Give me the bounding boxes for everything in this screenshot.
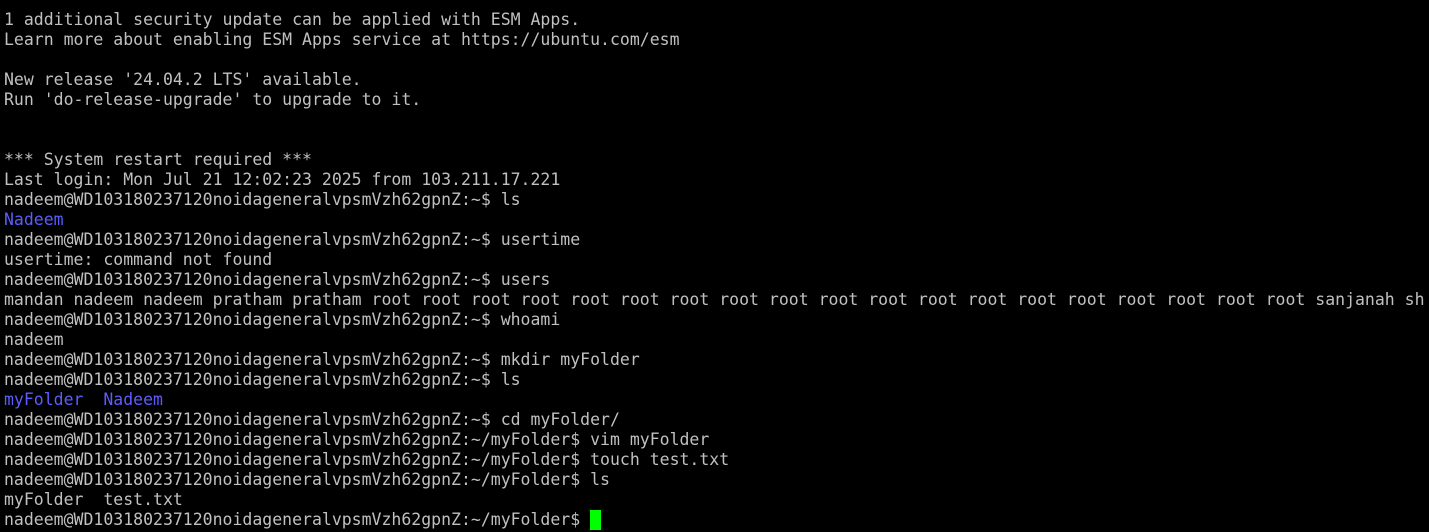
terminal-line: nadeem@WD103180237120noidageneralvpsmVzh… (4, 370, 1429, 390)
terminal-output: 1 additional security update can be appl… (4, 10, 1429, 510)
directory-name: myFolder (4, 390, 84, 409)
terminal-text: nadeem@WD103180237120noidageneralvpsmVzh… (4, 470, 610, 489)
text-cursor (590, 510, 602, 530)
terminal-text: nadeem@WD103180237120noidageneralvpsmVzh… (4, 310, 561, 329)
terminal-text: usertime: command not found (4, 250, 273, 269)
prompt-text: nadeem@WD103180237120noidageneralvpsmVzh… (4, 510, 591, 529)
terminal-text: 1 additional security update can be appl… (4, 10, 581, 29)
terminal-text: nadeem@WD103180237120noidageneralvpsmVzh… (4, 410, 620, 429)
terminal-line: myFolder test.txt (4, 490, 1429, 510)
terminal-text: myFolder test.txt (4, 490, 183, 509)
terminal-line: nadeem@WD103180237120noidageneralvpsmVzh… (4, 410, 1429, 430)
terminal-text: Last login: Mon Jul 21 12:02:23 2025 fro… (4, 170, 561, 189)
terminal-text: nadeem@WD103180237120noidageneralvpsmVzh… (4, 270, 551, 289)
terminal-text: Learn more about enabling ESM Apps servi… (4, 30, 680, 49)
terminal-line: usertime: command not found (4, 250, 1429, 270)
terminal-line: Learn more about enabling ESM Apps servi… (4, 30, 1429, 50)
terminal-line: New release '24.04.2 LTS' available. (4, 70, 1429, 90)
terminal-text: nadeem@WD103180237120noidageneralvpsmVzh… (4, 230, 581, 249)
terminal-line: nadeem@WD103180237120noidageneralvpsmVzh… (4, 230, 1429, 250)
terminal-prompt-line[interactable]: nadeem@WD103180237120noidageneralvpsmVzh… (4, 510, 1429, 530)
terminal-line: myFolder Nadeem (4, 390, 1429, 410)
terminal-text: nadeem (4, 330, 64, 349)
terminal-text: nadeem@WD103180237120noidageneralvpsmVzh… (4, 450, 730, 469)
terminal-line: nadeem@WD103180237120noidageneralvpsmVzh… (4, 450, 1429, 470)
terminal-line: nadeem@WD103180237120noidageneralvpsmVzh… (4, 270, 1429, 290)
terminal-line: nadeem@WD103180237120noidageneralvpsmVzh… (4, 190, 1429, 210)
terminal-text: nadeem@WD103180237120noidageneralvpsmVzh… (4, 370, 521, 389)
terminal-text: nadeem@WD103180237120noidageneralvpsmVzh… (4, 190, 521, 209)
terminal-line: mandan nadeem nadeem pratham pratham roo… (4, 290, 1429, 310)
terminal-line: *** System restart required *** (4, 150, 1429, 170)
terminal-line: nadeem@WD103180237120noidageneralvpsmVzh… (4, 350, 1429, 370)
terminal-window[interactable]: 1 additional security update can be appl… (0, 0, 1429, 532)
terminal-line: 1 additional security update can be appl… (4, 10, 1429, 30)
terminal-text: New release '24.04.2 LTS' available. (4, 70, 362, 89)
directory-name: Nadeem (103, 390, 163, 409)
directory-name: Nadeem (4, 210, 64, 229)
terminal-line: nadeem (4, 330, 1429, 350)
terminal-line: Nadeem (4, 210, 1429, 230)
terminal-text: nadeem@WD103180237120noidageneralvpsmVzh… (4, 430, 710, 449)
terminal-text: *** System restart required *** (4, 150, 312, 169)
terminal-line: nadeem@WD103180237120noidageneralvpsmVzh… (4, 310, 1429, 330)
terminal-line: Last login: Mon Jul 21 12:02:23 2025 fro… (4, 170, 1429, 190)
terminal-text: mandan nadeem nadeem pratham pratham roo… (4, 290, 1425, 309)
terminal-line: nadeem@WD103180237120noidageneralvpsmVzh… (4, 470, 1429, 490)
terminal-text: nadeem@WD103180237120noidageneralvpsmVzh… (4, 350, 640, 369)
terminal-line: Run 'do-release-upgrade' to upgrade to i… (4, 90, 1429, 110)
terminal-text: Run 'do-release-upgrade' to upgrade to i… (4, 90, 422, 109)
terminal-line: nadeem@WD103180237120noidageneralvpsmVzh… (4, 430, 1429, 450)
